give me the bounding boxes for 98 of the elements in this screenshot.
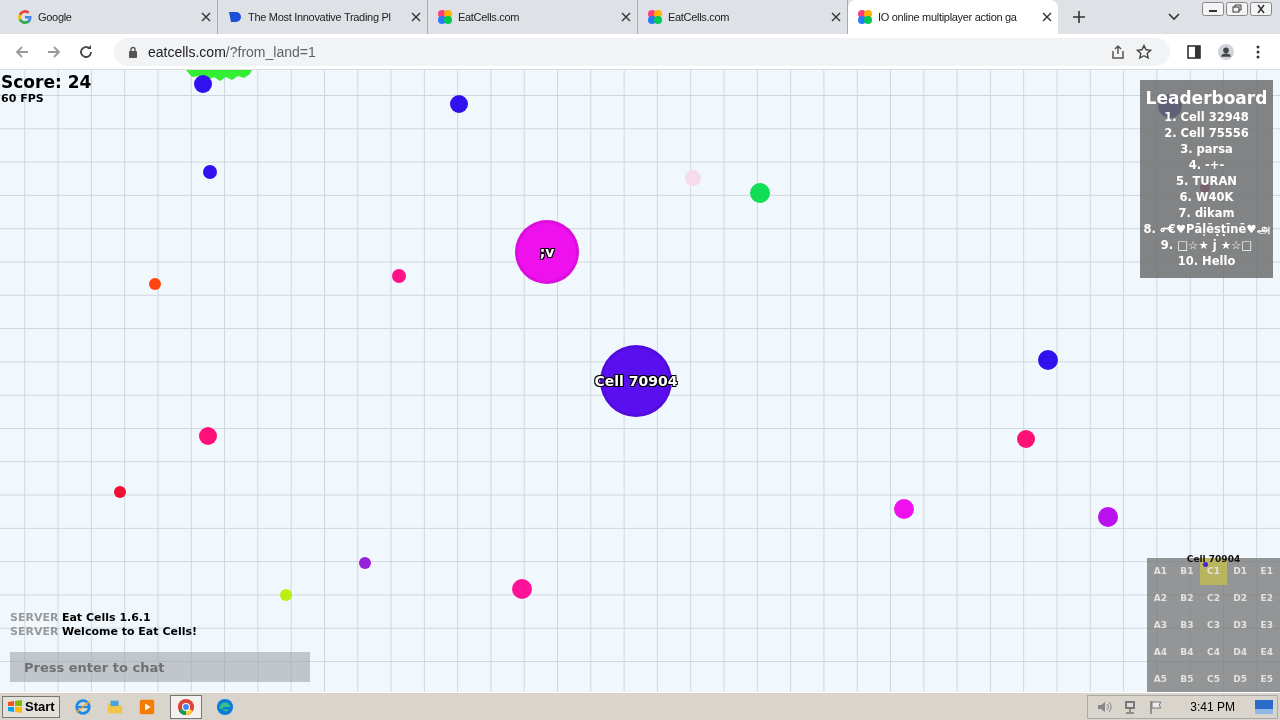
food-pellet [149,278,161,290]
tab-title: The Most Innovative Trading Pl [248,11,392,23]
tab-title: EatCells.com [458,11,521,23]
chrome-taskbar-button[interactable] [169,694,202,719]
food-pellet [1038,350,1058,370]
food-pellet [359,557,371,569]
minimap-cell-text: B3 [1179,619,1195,632]
food-pellet [1017,430,1035,448]
minimap-cell-text: C2 [1206,592,1221,606]
food-pellet [199,427,217,445]
chat-message: SERVER Eat Cells 1.6.1 [10,611,152,625]
minimap-cell-text: D4 [1232,645,1248,659]
clock-text[interactable]: 3:41 PM [1190,699,1235,714]
star-icon[interactable] [1136,43,1152,60]
minimap-cell-text: A1 [1152,565,1168,579]
cell-name: ;v [539,244,555,260]
lock-icon [128,45,138,58]
tab-title: IO online multiplayer action ga [878,11,1018,23]
food-pellet [685,170,701,186]
game-canvas[interactable] [0,70,1280,692]
d-logo-icon [227,9,243,25]
media-player-icon[interactable] [137,697,156,716]
flag-icon[interactable] [1148,698,1165,715]
food-pellet [450,95,468,113]
google-icon [17,9,33,25]
edge-icon[interactable] [215,697,234,716]
windows-logo-icon [7,698,23,715]
leaderboard-entry: 6. W40K [1179,189,1234,205]
food-pellet [392,269,406,283]
minimap-cell-text: E4 [1259,645,1274,659]
url-text: eatcells.com/?from_land=1 [148,43,316,60]
minimize-icon[interactable] [1202,2,1224,16]
chat-input[interactable]: Press enter to chat [10,652,310,682]
colorful-logo-icon [437,9,453,25]
caret-icon[interactable] [1168,13,1180,21]
leaderboard-entry: 5. TURAN [1176,173,1237,189]
profile-icon[interactable] [1218,43,1234,60]
leaderboard-entry: 2. Cell 75556 [1164,125,1249,141]
colorful-logo-icon [647,9,663,25]
restore-icon[interactable] [1226,2,1248,16]
leaderboard-entry: 7. dikam [1178,205,1235,221]
forward-icon[interactable] [46,43,62,60]
score-text: Score: 24 [1,72,92,92]
food-pellet [194,75,212,93]
minimap-cell-text: D3 [1232,619,1248,632]
internet-explorer-icon[interactable] [73,697,92,716]
leaderboard-entry: 9. □☆★ j ★☆□ [1160,237,1253,253]
address-field[interactable]: eatcells.com/?from_land=1 [114,37,1170,66]
side-panel-icon[interactable] [1186,43,1202,60]
minimap-cell-text: B5 [1179,672,1195,686]
browser-tab[interactable]: IO online multiplayer action ga [848,0,1058,34]
new-tab-icon[interactable] [1072,10,1086,24]
minimap-cell-text: A2 [1152,592,1168,606]
virus-drawing [186,70,252,81]
reload-icon[interactable] [78,43,94,60]
close-icon[interactable] [201,12,211,22]
food-pellet [280,589,292,601]
minimap-cell-text: E1 [1259,565,1274,579]
show-desktop-icon[interactable] [1255,699,1273,714]
leaderboard-entry: 8. ൳€♥Pāļēṣṭīnē♥அ [1143,221,1270,237]
back-icon[interactable] [14,43,30,60]
leaderboard-title: Leaderboard [1145,88,1268,108]
close-icon[interactable] [1042,12,1052,22]
food-pellet [114,486,126,498]
minimap-cell-text: A5 [1152,672,1168,686]
fps-text: 60 FPS [1,92,45,105]
colorful-logo-icon [857,9,873,25]
minimap-cell-text: A3 [1152,619,1168,632]
tab-title: Google [38,11,73,23]
start-button[interactable]: Start [2,695,60,718]
food-pellet [203,165,217,179]
share-icon[interactable] [1110,43,1126,60]
food-pellet [1098,507,1118,527]
chrome-icon [176,697,195,716]
minimap-cell-text: E2 [1259,592,1274,606]
chat-message: SERVER Welcome to Eat Cells! [10,625,199,639]
minimap-cell-text: C3 [1206,619,1221,632]
leaderboard-entry: 1. Cell 32948 [1164,109,1249,125]
close-icon[interactable] [831,12,841,22]
food-pellet [750,183,770,203]
minimap-cell-text: D5 [1232,672,1248,686]
minimap-cell-text: D2 [1232,592,1248,606]
close-window-icon[interactable] [1250,2,1272,16]
minimap-cell-text: E5 [1259,672,1274,686]
leaderboard-entry: 4. -+- [1188,157,1225,173]
tab-title: EatCells.com [668,11,731,23]
minimap-cell-text: E3 [1259,619,1274,632]
minimap-cell-text: B4 [1179,645,1195,659]
leaderboard-entry: 3. parsa [1180,141,1233,157]
leaderboard-entry: 10. Hello [1177,253,1236,269]
minimap-cell-text: A4 [1152,645,1168,659]
food-pellet [894,499,914,519]
minimap-cell-text: C4 [1206,645,1221,659]
minimap-cell-text: B2 [1179,592,1195,606]
food-pellet [512,579,532,599]
close-icon[interactable] [411,12,421,22]
close-icon[interactable] [621,12,631,22]
minimap-cell-text: C5 [1206,672,1221,686]
